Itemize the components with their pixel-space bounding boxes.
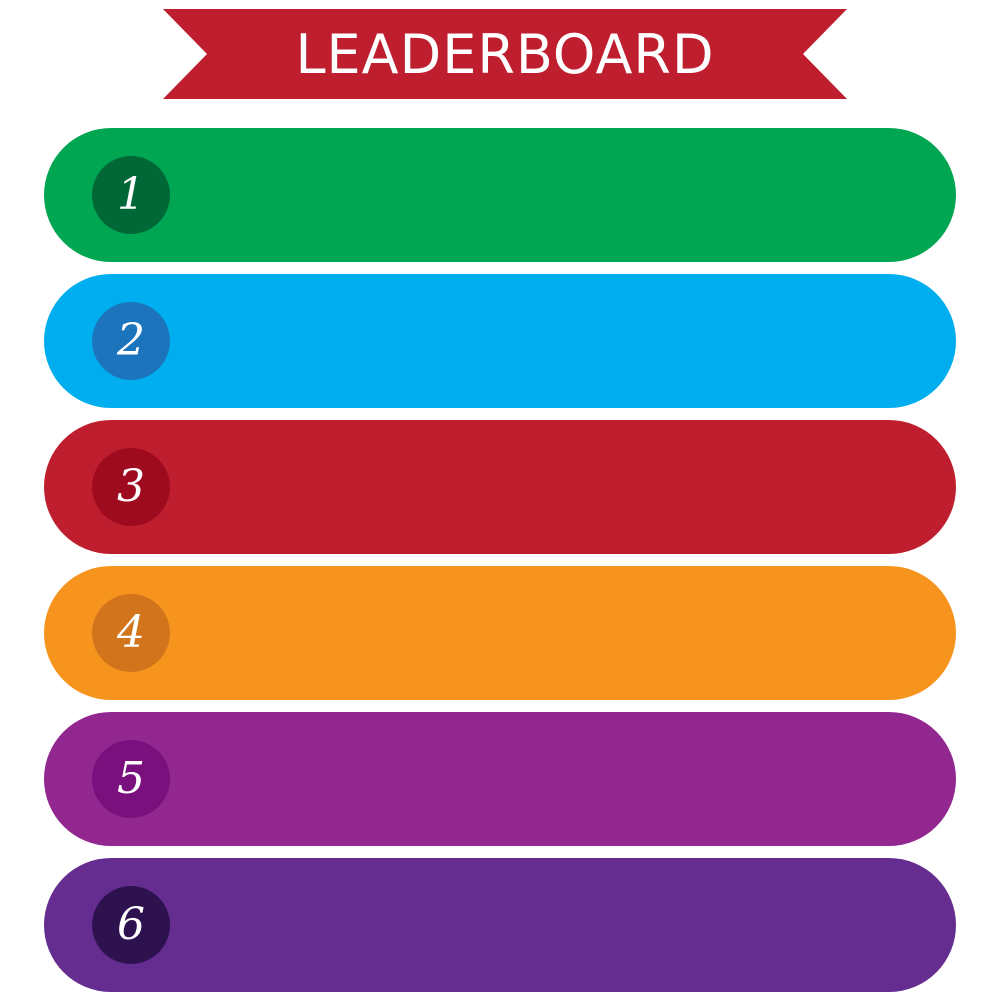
rank-number: 1 bbox=[117, 169, 145, 220]
leaderboard-row-6: 6 bbox=[44, 858, 956, 992]
rank-badge: 2 bbox=[92, 302, 170, 380]
rank-number: 6 bbox=[117, 899, 145, 950]
leaderboard-row-2: 2 bbox=[44, 274, 956, 408]
page-title: LEADERBOARD bbox=[295, 22, 715, 86]
rank-badge: 6 bbox=[92, 886, 170, 964]
leaderboard-row-1: 1 bbox=[44, 128, 956, 262]
rank-number: 4 bbox=[117, 607, 145, 658]
rank-badge: 1 bbox=[92, 156, 170, 234]
rank-badge: 3 bbox=[92, 448, 170, 526]
rank-number: 2 bbox=[117, 315, 145, 366]
leaderboard-list: 1 2 3 4 5 6 bbox=[44, 128, 956, 1004]
leaderboard-row-5: 5 bbox=[44, 712, 956, 846]
rank-number: 5 bbox=[117, 753, 145, 804]
rank-badge: 5 bbox=[92, 740, 170, 818]
rank-badge: 4 bbox=[92, 594, 170, 672]
leaderboard-row-3: 3 bbox=[44, 420, 956, 554]
leaderboard-banner: LEADERBOARD bbox=[163, 9, 847, 99]
leaderboard-row-4: 4 bbox=[44, 566, 956, 700]
rank-number: 3 bbox=[117, 461, 145, 512]
